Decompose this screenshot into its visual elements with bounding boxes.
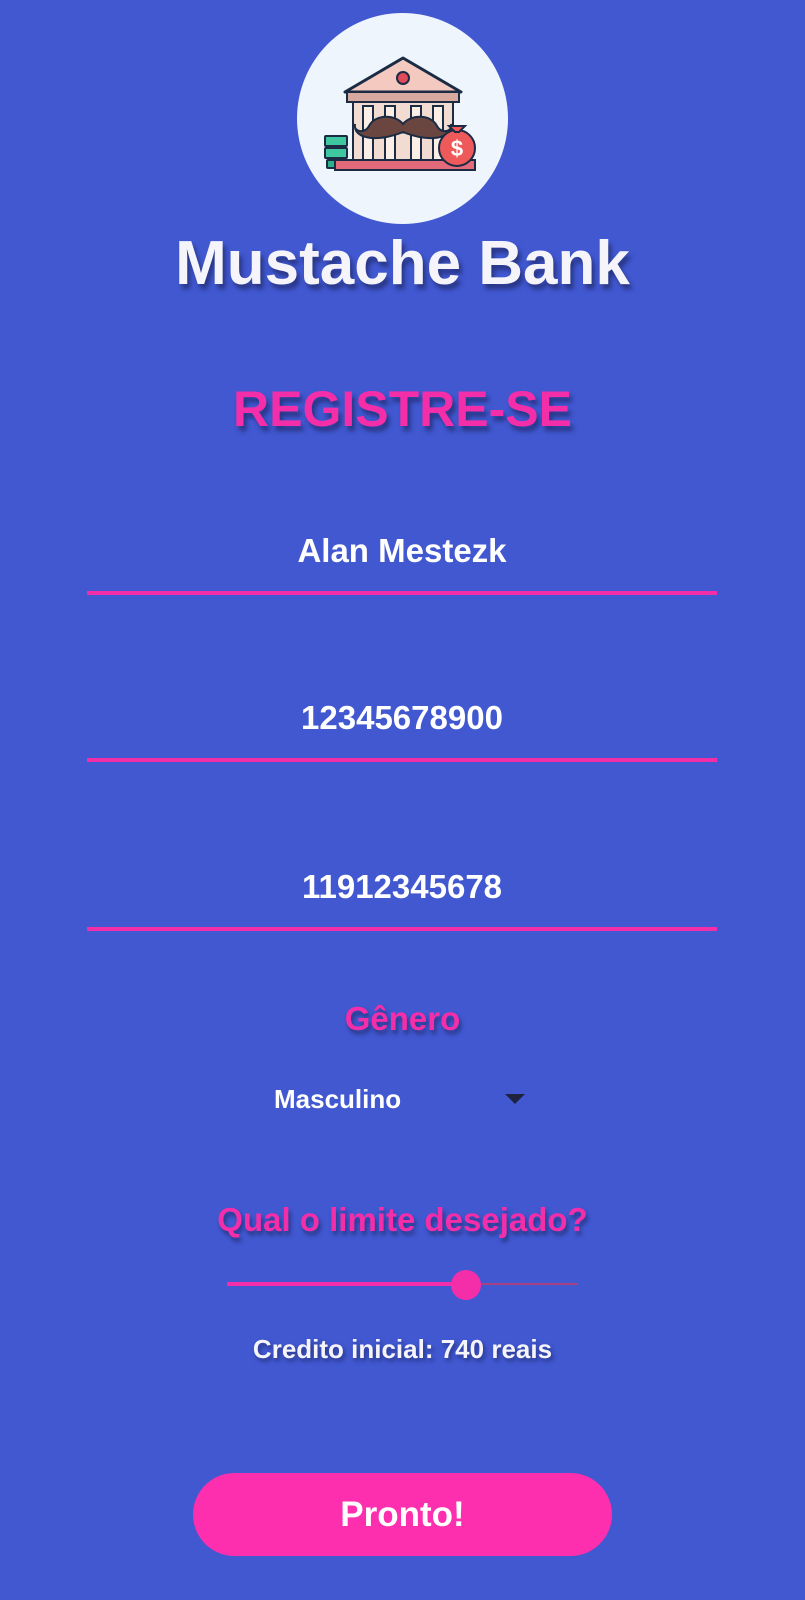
credit-text: Credito inicial: 740 reais <box>252 1334 553 1364</box>
page-title: REGISTRE-SE <box>233 381 572 437</box>
app-logo: $ <box>297 13 508 224</box>
limit-slider[interactable] <box>227 1270 578 1300</box>
slider-fill <box>227 1282 466 1286</box>
gender-select[interactable]: Masculino <box>272 1082 532 1122</box>
svg-text:$: $ <box>450 136 462 161</box>
gender-selected-value: Masculino <box>274 1084 402 1114</box>
dropdown-arrow-icon <box>505 1094 525 1104</box>
bank-icon: $ <box>323 56 476 171</box>
app-title: Mustache Bank <box>175 229 630 298</box>
cpf-input[interactable]: 12345678900 <box>87 688 717 762</box>
slider-thumb[interactable] <box>450 1270 481 1300</box>
phone-input[interactable]: 11912345678 <box>87 857 717 931</box>
limit-label: Qual o limite desejado? <box>217 1201 588 1238</box>
name-input[interactable]: Alan Mestezk <box>87 521 717 595</box>
gender-label: Gênero <box>344 1000 461 1037</box>
submit-button[interactable]: Pronto! <box>193 1473 612 1556</box>
